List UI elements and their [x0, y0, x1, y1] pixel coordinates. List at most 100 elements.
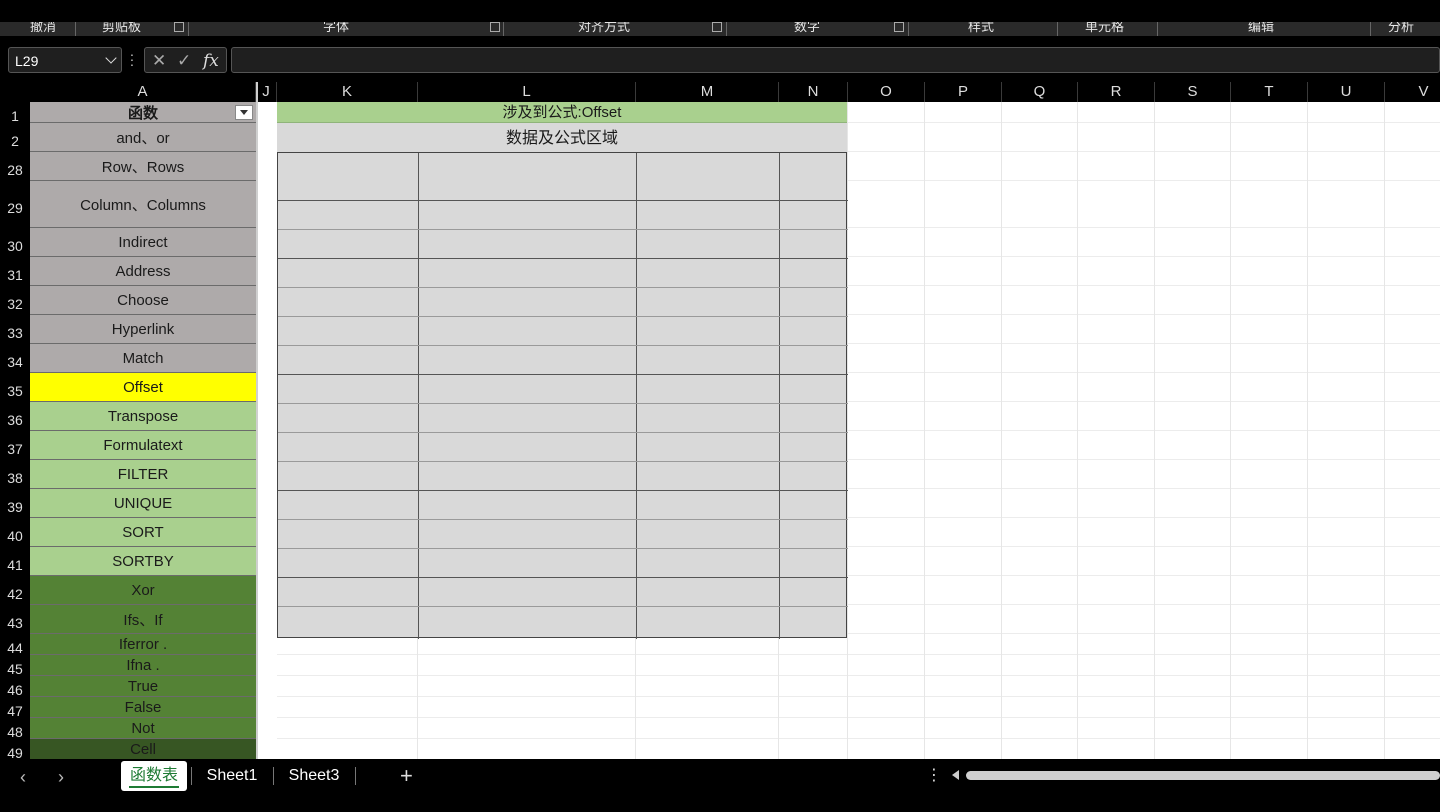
sheet-tab-label: 函数表: [129, 767, 178, 784]
more-vertical-icon[interactable]: · · ·: [129, 47, 135, 71]
row-header[interactable]: 46: [0, 676, 30, 698]
function-list-item[interactable]: Cell: [30, 739, 256, 759]
row-header[interactable]: 35: [0, 373, 30, 402]
function-list-item[interactable]: FILTER: [30, 460, 256, 489]
function-list-item[interactable]: Column、Columns: [30, 181, 256, 228]
row-header[interactable]: 28: [0, 152, 30, 181]
row-header[interactable]: 44: [0, 634, 30, 656]
function-list-item[interactable]: Ifs、If: [30, 605, 256, 634]
font-launcher-icon[interactable]: [490, 22, 500, 32]
ribbon-group-font: 字体: [323, 22, 350, 35]
row-header[interactable]: 41: [0, 547, 30, 576]
name-box-value: L29: [15, 53, 39, 69]
function-list-item[interactable]: Hyperlink: [30, 315, 256, 344]
row-header[interactable]: 49: [0, 739, 30, 761]
merged-subtitle-cell[interactable]: 数据及公式区域: [277, 123, 847, 152]
ribbon-group-editing: 编辑: [1248, 22, 1275, 35]
row-header[interactable]: 31: [0, 257, 30, 286]
alignment-launcher-icon[interactable]: [712, 22, 722, 32]
more-vertical-icon[interactable]: ⋮: [926, 765, 942, 785]
row-header[interactable]: 36: [0, 402, 30, 431]
function-list-item[interactable]: Choose: [30, 286, 256, 315]
row-header[interactable]: 42: [0, 576, 30, 605]
row-header[interactable]: 33: [0, 315, 30, 344]
row-header[interactable]: 43: [0, 605, 30, 634]
row-header[interactable]: 29: [0, 181, 30, 228]
column-header-p[interactable]: P: [925, 82, 1002, 102]
function-list-item[interactable]: Offset: [30, 373, 256, 402]
row-header[interactable]: 34: [0, 344, 30, 373]
sheet-tab-functions[interactable]: 函数表: [121, 761, 187, 791]
function-list-item[interactable]: True: [30, 676, 256, 697]
function-list-item[interactable]: Formulatext: [30, 431, 256, 460]
function-list-item[interactable]: Not: [30, 718, 256, 739]
function-list-item[interactable]: SORT: [30, 518, 256, 547]
function-list-item[interactable]: and、or: [30, 123, 256, 152]
function-list-item[interactable]: Row、Rows: [30, 152, 256, 181]
column-header-a[interactable]: A: [30, 82, 256, 102]
row-header[interactable]: 37: [0, 431, 30, 460]
column-a-header-cell[interactable]: 函数: [30, 102, 256, 123]
function-list-item[interactable]: SORTBY: [30, 547, 256, 576]
row-header[interactable]: 45: [0, 655, 30, 677]
formula-input[interactable]: [231, 47, 1440, 73]
merged-title-cell[interactable]: 涉及到公式:Offset: [277, 102, 847, 123]
clipboard-launcher-icon[interactable]: [174, 22, 184, 32]
column-header-t[interactable]: T: [1231, 82, 1308, 102]
function-list-item[interactable]: Match: [30, 344, 256, 373]
column-header-k[interactable]: K: [277, 82, 418, 102]
row-header[interactable]: 39: [0, 489, 30, 518]
name-box[interactable]: L29: [8, 47, 122, 73]
column-header-v[interactable]: V: [1385, 82, 1440, 102]
cancel-icon[interactable]: ✕: [152, 51, 166, 71]
filter-dropdown-icon[interactable]: [235, 105, 253, 120]
row-header[interactable]: 1: [0, 102, 30, 124]
function-list-item[interactable]: Transpose: [30, 402, 256, 431]
function-list-item[interactable]: Iferror .: [30, 634, 256, 655]
column-header-m[interactable]: M: [636, 82, 779, 102]
number-launcher-icon[interactable]: [894, 22, 904, 32]
function-list-item[interactable]: False: [30, 697, 256, 718]
chevron-down-icon[interactable]: [105, 52, 117, 64]
ribbon-group-clipboard: 剪贴板: [102, 22, 142, 35]
sheet-tab-sheet1[interactable]: Sheet1: [197, 761, 267, 791]
column-header-o[interactable]: O: [848, 82, 925, 102]
column-header-q[interactable]: Q: [1002, 82, 1078, 102]
column-header-l[interactable]: L: [418, 82, 636, 102]
ribbon-group-analysis: 分析: [1388, 22, 1415, 35]
enter-icon[interactable]: ✓: [177, 51, 191, 71]
add-sheet-button[interactable]: +: [400, 763, 413, 789]
row-header[interactable]: 38: [0, 460, 30, 489]
function-list-item[interactable]: Indirect: [30, 228, 256, 257]
worksheet-grid[interactable]: 函数 and、or Row、Rows Column、Columns Indirect Ad…: [30, 102, 1440, 759]
column-header-u[interactable]: U: [1308, 82, 1385, 102]
row-header[interactable]: 47: [0, 697, 30, 719]
column-header-j[interactable]: J: [256, 82, 277, 102]
next-sheet-icon[interactable]: ›: [58, 767, 64, 788]
column-a-header-label: 函数: [127, 103, 158, 122]
horizontal-scrollbar[interactable]: [966, 771, 1440, 780]
data-formula-area[interactable]: [277, 152, 848, 639]
sheet-tab-sheet3[interactable]: Sheet3: [279, 761, 349, 791]
row-headers: 1 2 28 29 30 31 32 33 34 35 36 37 38 39 40 41 42 43 44 45 46…: [0, 102, 30, 761]
freeze-pane-divider: [256, 82, 258, 759]
formula-buttons: ✕ ✓ fx: [144, 47, 227, 73]
sheet-tab-bar: ‹ › 函数表 Sheet1 Sheet3 + ⋮: [0, 759, 1440, 812]
column-header-n[interactable]: N: [779, 82, 848, 102]
column-header-s[interactable]: S: [1155, 82, 1231, 102]
scroll-left-icon[interactable]: [952, 770, 959, 780]
function-list-item[interactable]: UNIQUE: [30, 489, 256, 518]
function-list-item[interactable]: Xor: [30, 576, 256, 605]
column-header-r[interactable]: R: [1078, 82, 1155, 102]
ribbon-group-number: 数字: [794, 22, 821, 35]
row-header[interactable]: 32: [0, 286, 30, 315]
previous-sheet-icon[interactable]: ‹: [20, 767, 26, 788]
function-list-item[interactable]: Ifna .: [30, 655, 256, 676]
row-header[interactable]: 40: [0, 518, 30, 547]
insert-function-button[interactable]: fx: [203, 51, 219, 71]
column-j-cells: [256, 102, 277, 759]
row-header[interactable]: 30: [0, 228, 30, 257]
row-header[interactable]: 48: [0, 718, 30, 740]
row-header[interactable]: 2: [0, 123, 30, 152]
function-list-item[interactable]: Address: [30, 257, 256, 286]
